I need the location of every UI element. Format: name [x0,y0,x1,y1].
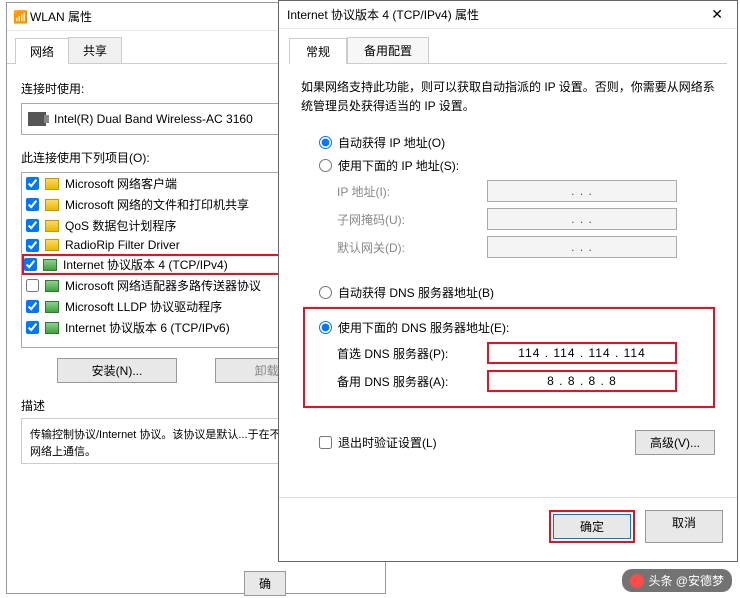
cancel-button[interactable]: 取消 [645,510,723,543]
toutiao-icon [630,574,644,588]
item-label: Microsoft 网络的文件和打印机共享 [65,196,249,213]
subnet-mask-label: 子网掩码(U): [337,211,487,228]
radio-input[interactable] [319,286,332,299]
protocol-icon [45,301,59,313]
tab-network[interactable]: 网络 [15,38,69,64]
gateway-input: . . . [487,236,677,258]
validate-label: 退出时验证设置(L) [338,434,437,451]
ipv4-properties-window: Internet 协议版本 4 (TCP/IPv4) 属性 ✕ 常规 备用配置 … [278,0,738,562]
dns-primary-input[interactable]: 114 . 114 . 114 . 114 [487,342,677,364]
item-checkbox[interactable] [26,177,39,190]
validate-checkbox[interactable] [319,436,332,449]
wifi-icon: 📶 [13,10,28,24]
close-icon[interactable]: ✕ [703,6,731,23]
radio-label: 自动获得 DNS 服务器地址(B) [338,284,494,301]
dns-manual-highlight: 使用下面的 DNS 服务器地址(E): 首选 DNS 服务器(P):114 . … [303,307,715,408]
install-button[interactable]: 安装(N)... [57,358,177,383]
radio-ip-auto[interactable]: 自动获得 IP 地址(O) [319,134,715,151]
protocol-icon [45,178,59,190]
tab-alternate[interactable]: 备用配置 [347,37,429,63]
radio-input[interactable] [319,136,332,149]
protocol-icon [45,280,59,292]
radio-ip-manual[interactable]: 使用下面的 IP 地址(S): [319,157,715,174]
radio-input[interactable] [319,159,332,172]
radio-dns-auto[interactable]: 自动获得 DNS 服务器地址(B) [319,284,715,301]
item-label: Internet 协议版本 6 (TCP/IPv6) [65,319,230,336]
radio-input[interactable] [319,321,332,334]
ip-address-input: . . . [487,180,677,202]
titlebar[interactable]: Internet 协议版本 4 (TCP/IPv4) 属性 ✕ [279,1,737,29]
item-label: Internet 协议版本 4 (TCP/IPv4) [63,256,228,273]
tab-sharing[interactable]: 共享 [68,37,122,63]
protocol-icon [45,239,59,251]
item-label: QoS 数据包计划程序 [65,217,176,234]
adapter-icon [28,112,46,126]
window-title: Internet 协议版本 4 (TCP/IPv4) 属性 [285,6,703,23]
item-label: Microsoft LLDP 协议驱动程序 [65,298,222,315]
dns-alt-label: 备用 DNS 服务器(A): [337,373,487,390]
dialog-footer: 确定 取消 [279,497,737,555]
ok-highlight: 确定 [549,510,635,543]
item-checkbox[interactable] [26,300,39,313]
tabs: 常规 备用配置 [279,29,737,63]
ok-button-partial[interactable]: 确 [244,571,286,596]
intro-text: 如果网络支持此功能，则可以获取自动指派的 IP 设置。否则，你需要从网络系统管理… [301,78,715,116]
ip-address-label: IP 地址(I): [337,183,487,200]
watermark: 头条 @安德梦 [622,569,732,592]
item-checkbox[interactable] [26,239,39,252]
item-checkbox[interactable] [26,321,39,334]
item-label: Microsoft 网络客户端 [65,175,177,192]
advanced-button[interactable]: 高级(V)... [635,430,715,455]
validate-checkbox-row[interactable]: 退出时验证设置(L) [319,434,437,451]
gateway-label: 默认网关(D): [337,239,487,256]
item-label: Microsoft 网络适配器多路传送器协议 [65,277,261,294]
radio-label: 使用下面的 DNS 服务器地址(E): [338,319,509,336]
radio-label: 使用下面的 IP 地址(S): [338,157,459,174]
item-checkbox[interactable] [26,279,39,292]
protocol-icon [45,199,59,211]
adapter-name: Intel(R) Dual Band Wireless-AC 3160 [54,112,253,126]
item-checkbox[interactable] [26,219,39,232]
protocol-icon [45,220,59,232]
ok-button[interactable]: 确定 [553,514,631,539]
panel-body: 如果网络支持此功能，则可以获取自动指派的 IP 设置。否则，你需要从网络系统管理… [279,64,737,469]
watermark-text: 头条 @安德梦 [648,572,724,589]
subnet-mask-input: . . . [487,208,677,230]
tab-general[interactable]: 常规 [289,38,347,64]
protocol-icon [45,322,59,334]
dns-alt-input[interactable]: 8 . 8 . 8 . 8 [487,370,677,392]
item-label: RadioRip Filter Driver [65,238,180,252]
item-checkbox[interactable] [26,198,39,211]
dns-primary-label: 首选 DNS 服务器(P): [337,345,487,362]
protocol-icon [43,259,57,271]
radio-label: 自动获得 IP 地址(O) [338,134,445,151]
radio-dns-manual[interactable]: 使用下面的 DNS 服务器地址(E): [319,319,707,336]
item-checkbox[interactable] [24,258,37,271]
